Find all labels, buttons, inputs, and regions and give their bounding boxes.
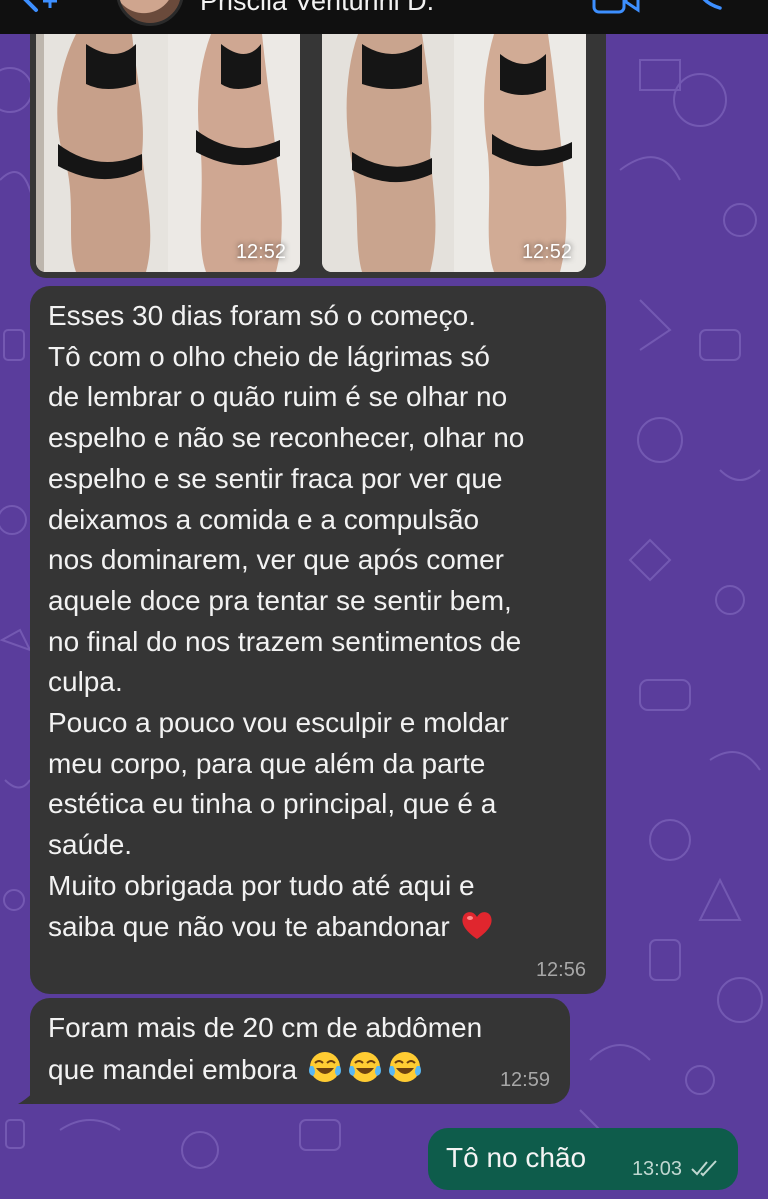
photo-timestamp: 12:52 — [235, 241, 286, 263]
photo-illustration — [322, 34, 586, 272]
phone-call-icon[interactable] — [692, 0, 728, 12]
contact-name[interactable]: Priscila Venturini D. — [200, 0, 434, 17]
photo-illustration — [36, 34, 300, 272]
incoming-message-bubble[interactable]: Esses 30 dias foram só o começo. Tô com … — [30, 286, 606, 994]
message-timestamp: 12:59 — [499, 1069, 550, 1091]
red-heart-emoji-icon — [462, 911, 492, 939]
message-text: Foram mais de 20 cm de abdômen que mande… — [48, 1008, 570, 1090]
tears-of-joy-emoji-icon — [389, 1051, 422, 1082]
tears-of-joy-emoji-icon — [349, 1051, 382, 1082]
photo-timestamp: 12:52 — [521, 241, 572, 263]
message-timestamp: 12:56 — [535, 959, 586, 981]
image-message-bubble[interactable]: 12:52 12:52 — [30, 22, 606, 278]
body-photo-after[interactable]: 12:52 — [322, 34, 586, 272]
message-timestamp: 13:03 — [631, 1158, 682, 1180]
message-text: Esses 30 dias foram só o começo. Tô com … — [48, 296, 606, 947]
video-call-icon[interactable] — [592, 0, 642, 16]
double-check-read-icon — [691, 1160, 717, 1177]
message-text-content: Esses 30 dias foram só o começo. Tô com … — [48, 300, 525, 942]
outgoing-message-bubble[interactable]: Tô no chão 13:03 — [428, 1128, 738, 1190]
back-arrow-icon[interactable] — [18, 0, 58, 16]
body-photo-before[interactable]: 12:52 — [36, 34, 300, 272]
chat-header: Priscila Venturini D. — [0, 0, 768, 34]
incoming-message-bubble[interactable]: Foram mais de 20 cm de abdômen que mande… — [30, 998, 570, 1104]
tears-of-joy-emoji-icon — [309, 1051, 342, 1082]
contact-avatar[interactable] — [116, 0, 184, 26]
